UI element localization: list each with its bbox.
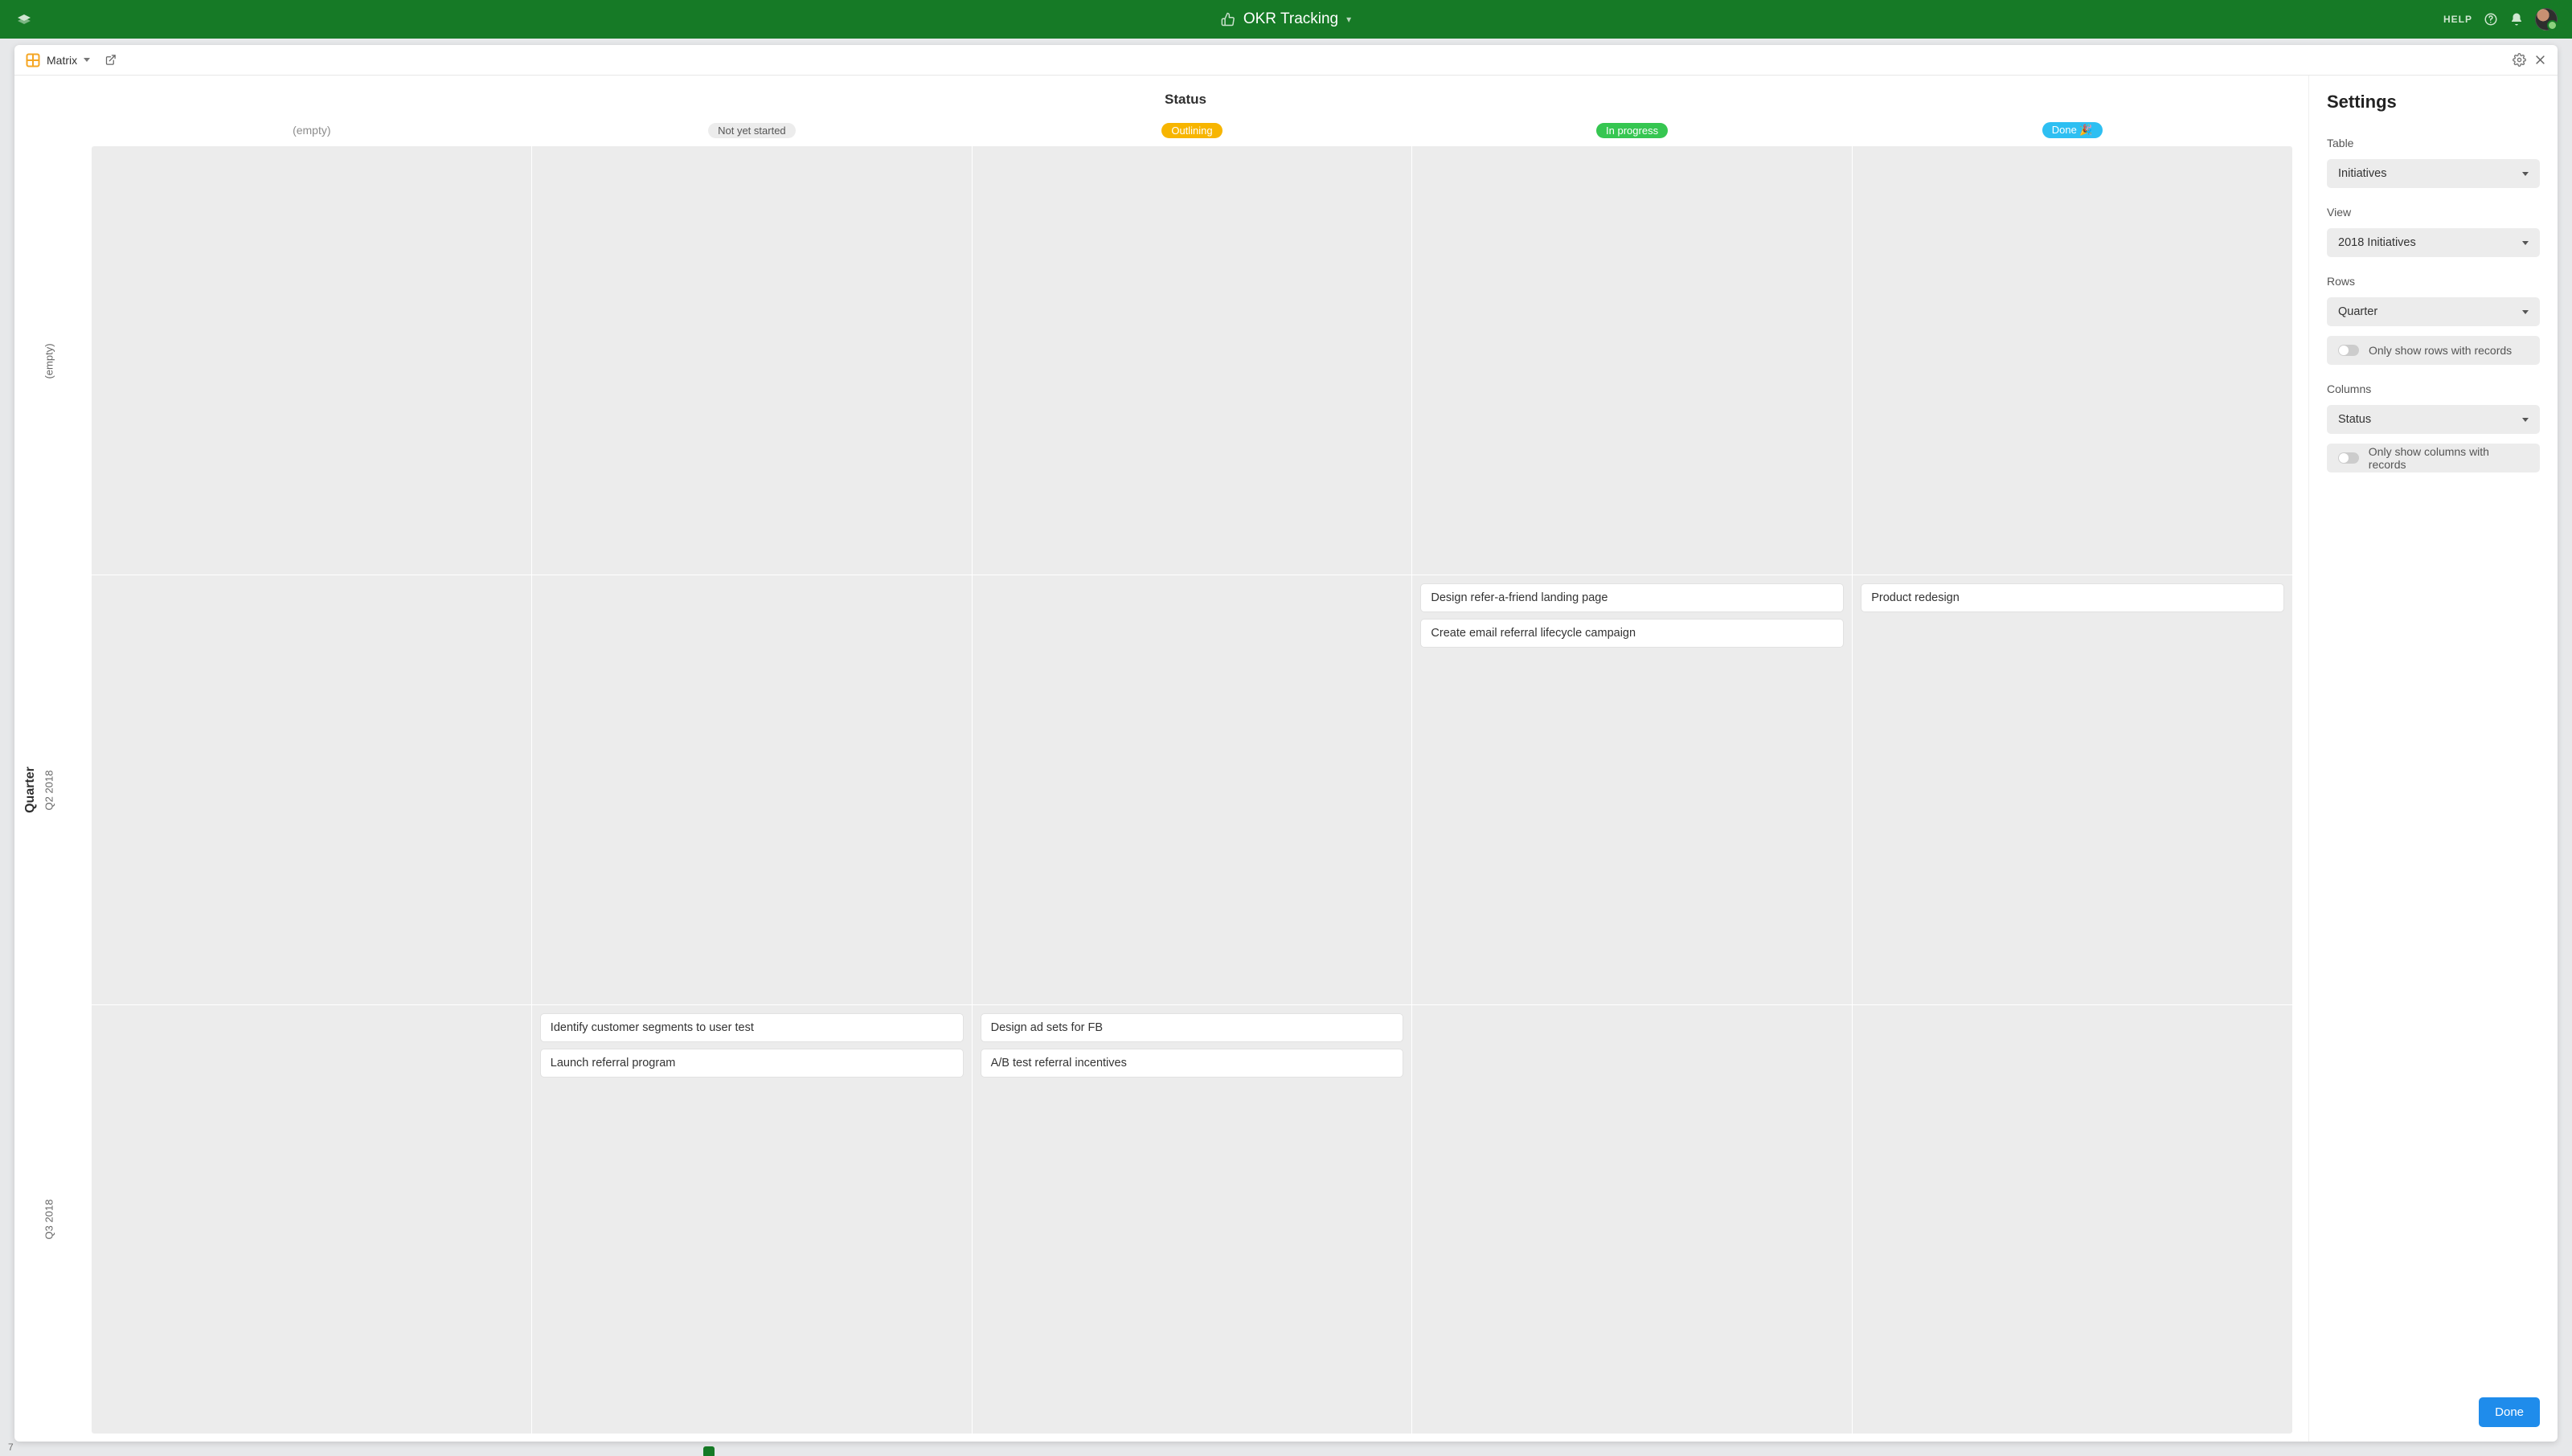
matrix-cell[interactable] — [1411, 1005, 1852, 1434]
gear-icon[interactable] — [2513, 53, 2526, 67]
record-card[interactable]: Create email referral lifecycle campaign — [1420, 619, 1844, 648]
matrix-cell[interactable] — [92, 1005, 531, 1434]
matrix-cell[interactable] — [531, 575, 972, 1004]
column-axis-label: Status — [79, 84, 2292, 119]
row-header-label: (empty) — [43, 343, 55, 378]
view-select-value: 2018 Initiatives — [2338, 236, 2416, 249]
chevron-down-icon — [2522, 172, 2529, 176]
toggle-icon — [2338, 452, 2359, 464]
rows-filter-toggle[interactable]: Only show rows with records — [2327, 336, 2540, 365]
bell-icon[interactable] — [2509, 12, 2524, 27]
columns-select[interactable]: Status — [2327, 405, 2540, 434]
background-row-number: 7 — [8, 1442, 14, 1453]
chevron-down-icon — [2522, 241, 2529, 245]
matrix-cell[interactable]: Identify customer segments to user test L… — [531, 1005, 972, 1434]
table-select[interactable]: Initiatives — [2327, 159, 2540, 188]
background-accent — [703, 1446, 715, 1456]
column-headers: (empty) Not yet started Outlining In progre… — [92, 119, 2292, 141]
column-header[interactable]: Done 🎉 — [1852, 122, 2292, 138]
record-card[interactable]: Identify customer segments to user test — [540, 1013, 964, 1042]
matrix-area: Status (empty) Not yet started Outlining In… — [14, 76, 2308, 1442]
toggle-icon — [2338, 345, 2359, 356]
matrix-cell[interactable] — [1852, 1005, 2292, 1434]
status-pill: In progress — [1596, 123, 1668, 138]
matrix-cell[interactable]: Product redesign — [1852, 575, 2292, 1004]
chevron-down-icon[interactable] — [84, 58, 90, 62]
column-header[interactable]: (empty) — [92, 124, 532, 137]
app-logo-icon — [14, 10, 34, 29]
chevron-down-icon: ▾ — [1346, 14, 1351, 25]
workspace-title[interactable]: OKR Tracking ▾ — [1221, 10, 1351, 28]
row-header-label: Q3 2018 — [43, 1199, 55, 1239]
matrix-cell[interactable]: Design ad sets for FB A/B test referral i… — [972, 1005, 1412, 1434]
row-headers: (empty) Q2 2018 Q3 2018 — [39, 146, 59, 1434]
column-header-label: (empty) — [293, 124, 330, 137]
record-card[interactable]: Design refer-a-friend landing page — [1420, 583, 1844, 612]
matrix-cell[interactable] — [972, 146, 1412, 575]
matrix-cell[interactable] — [92, 575, 531, 1004]
modal-header: Matrix — [14, 45, 2558, 76]
record-card[interactable]: Design ad sets for FB — [981, 1013, 1404, 1042]
table-select-value: Initiatives — [2338, 167, 2386, 180]
matrix-grid: Design refer-a-friend landing page Create… — [92, 146, 2292, 1434]
row-axis-label: Quarter — [23, 767, 38, 813]
view-type-label[interactable]: Matrix — [47, 54, 77, 67]
column-header[interactable]: Outlining — [972, 123, 1412, 138]
status-pill: Outlining — [1161, 123, 1222, 138]
row-header[interactable]: (empty) — [39, 146, 59, 575]
column-header[interactable]: Not yet started — [532, 123, 973, 138]
avatar[interactable] — [2535, 8, 2558, 31]
record-card[interactable]: A/B test referral incentives — [981, 1049, 1404, 1078]
settings-panel: Settings Table Initiatives View 2018 Ini… — [2308, 76, 2558, 1442]
rows-select-value: Quarter — [2338, 305, 2377, 318]
done-button[interactable]: Done — [2479, 1397, 2540, 1427]
matrix-cell[interactable] — [1852, 146, 2292, 575]
settings-title: Settings — [2327, 92, 2540, 112]
help-icon[interactable] — [2484, 12, 2498, 27]
rows-select[interactable]: Quarter — [2327, 297, 2540, 326]
matrix-row: Identify customer segments to user test L… — [92, 1004, 2292, 1434]
matrix-row: Design refer-a-friend landing page Create… — [92, 575, 2292, 1004]
row-header-label: Q2 2018 — [43, 770, 55, 810]
rows-filter-toggle-label: Only show rows with records — [2369, 344, 2512, 357]
matrix-cell[interactable] — [1411, 146, 1852, 575]
settings-columns-label: Columns — [2327, 382, 2540, 395]
view-select[interactable]: 2018 Initiatives — [2327, 228, 2540, 257]
columns-filter-toggle[interactable]: Only show columns with records — [2327, 444, 2540, 472]
close-icon[interactable] — [2534, 54, 2546, 66]
settings-rows-label: Rows — [2327, 275, 2540, 288]
matrix-cell[interactable] — [92, 146, 531, 575]
chevron-down-icon — [2522, 418, 2529, 422]
settings-table-label: Table — [2327, 137, 2540, 149]
status-pill: Done 🎉 — [2042, 122, 2103, 138]
chevron-down-icon — [2522, 310, 2529, 314]
columns-select-value: Status — [2338, 413, 2371, 426]
settings-view-label: View — [2327, 206, 2540, 219]
matrix-cell[interactable] — [972, 575, 1412, 1004]
matrix-row — [92, 146, 2292, 575]
columns-filter-toggle-label: Only show columns with records — [2369, 445, 2529, 471]
column-header[interactable]: In progress — [1412, 123, 1853, 138]
status-pill: Not yet started — [708, 123, 796, 138]
workspace-title-text: OKR Tracking — [1243, 10, 1338, 28]
matrix-modal: Matrix Status (empty) Not yet started Outl… — [14, 45, 2558, 1442]
share-icon[interactable] — [104, 54, 117, 66]
thumbs-up-icon — [1221, 12, 1235, 27]
row-header[interactable]: Q2 2018 — [39, 575, 59, 1004]
matrix-icon — [26, 53, 40, 67]
record-card[interactable]: Launch referral program — [540, 1049, 964, 1078]
matrix-cell[interactable] — [531, 146, 972, 575]
row-header[interactable]: Q3 2018 — [39, 1004, 59, 1434]
matrix-cell[interactable]: Design refer-a-friend landing page Create… — [1411, 575, 1852, 1004]
record-card[interactable]: Product redesign — [1861, 583, 2284, 612]
row-axis-label-wrap: Quarter — [23, 146, 39, 1434]
help-link[interactable]: HELP — [2443, 14, 2472, 25]
app-topbar: OKR Tracking ▾ HELP — [0, 0, 2572, 39]
